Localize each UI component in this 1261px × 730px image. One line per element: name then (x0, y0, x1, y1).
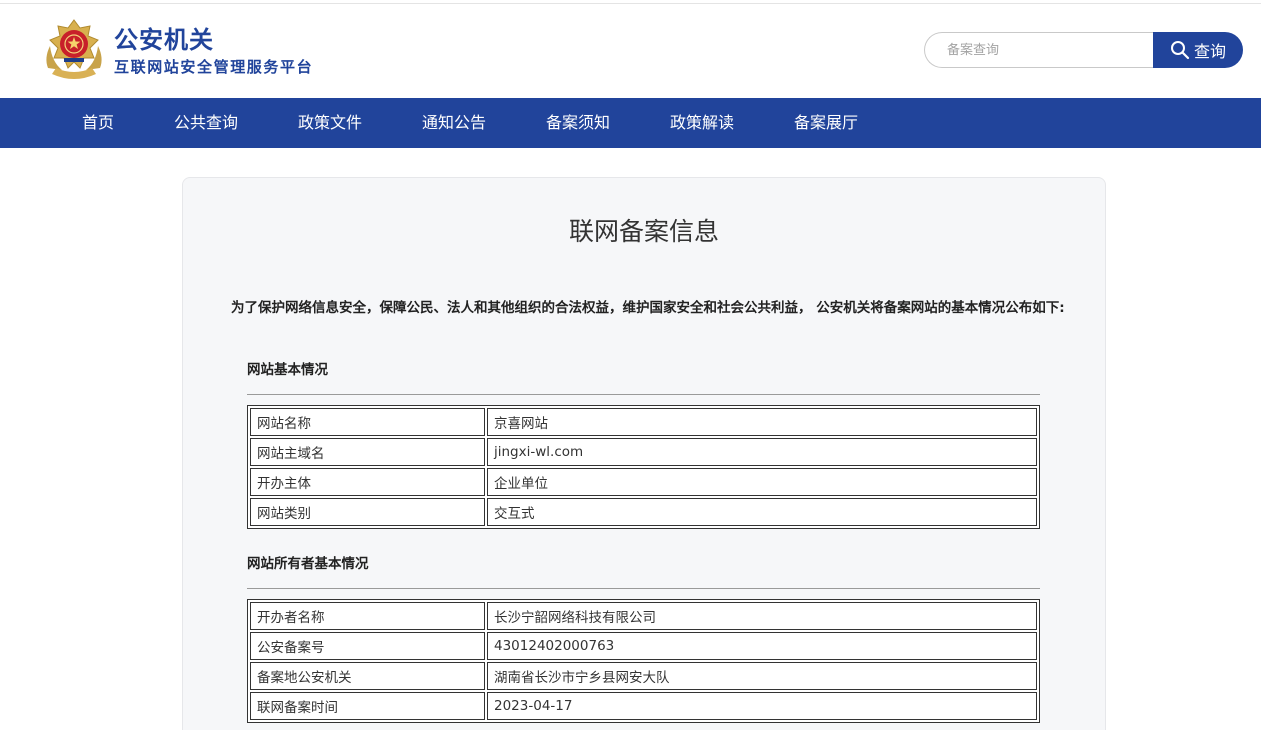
record-info-card: 联网备案信息 为了保护网络信息安全，保障公民、法人和其他组织的合法权益，维护国家… (182, 177, 1106, 730)
table-row: 备案地公安机关 湖南省长沙市宁乡县网安大队 (250, 662, 1037, 690)
section-heading-website-basic: 网站基本情况 (247, 362, 328, 378)
table-row: 网站类别 交互式 (250, 498, 1037, 526)
section-heading-owner-basic: 网站所有者基本情况 (247, 556, 369, 572)
intro-text: 为了保护网络信息安全，保障公民、法人和其他组织的合法权益，维护国家安全和社会公共… (231, 300, 1065, 316)
table-row: 开办者名称 长沙宁韶网络科技有限公司 (250, 602, 1037, 630)
row-value: 京喜网站 (487, 408, 1037, 436)
nav-item-public-query[interactable]: 公共查询 (174, 98, 238, 148)
search-button[interactable]: 查询 (1153, 32, 1243, 68)
nav-item-filing-hall[interactable]: 备案展厅 (794, 98, 858, 148)
nav-item-policy-interpretation[interactable]: 政策解读 (670, 98, 734, 148)
row-value: 长沙宁韶网络科技有限公司 (487, 602, 1037, 630)
row-key: 备案地公安机关 (250, 662, 485, 690)
site-header: 公安机关 互联网站安全管理服务平台 查询 (0, 4, 1261, 98)
row-key: 联网备案时间 (250, 692, 485, 720)
row-key: 公安备案号 (250, 632, 485, 660)
search-bar: 查询 (924, 32, 1243, 68)
search-input[interactable] (924, 32, 1156, 68)
row-value: 湖南省长沙市宁乡县网安大队 (487, 662, 1037, 690)
row-value: 2023-04-17 (487, 692, 1037, 720)
table-row: 联网备案时间 2023-04-17 (250, 692, 1037, 720)
table-row: 网站名称 京喜网站 (250, 408, 1037, 436)
section-divider (247, 394, 1040, 395)
row-value: 43012402000763 (487, 632, 1037, 660)
nav-item-home[interactable]: 首页 (82, 98, 114, 148)
nav-item-policy-documents[interactable]: 政策文件 (298, 98, 362, 148)
row-value: 企业单位 (487, 468, 1037, 496)
site-title: 公安机关 (114, 26, 214, 54)
row-key: 网站类别 (250, 498, 485, 526)
row-key: 网站主域名 (250, 438, 485, 466)
row-key: 网站名称 (250, 408, 485, 436)
row-value: jingxi-wl.com (487, 438, 1037, 466)
row-key: 开办者名称 (250, 602, 485, 630)
table-row: 开办主体 企业单位 (250, 468, 1037, 496)
police-emblem-icon (46, 19, 102, 79)
search-button-label: 查询 (1193, 42, 1226, 61)
main-nav: 首页 公共查询 政策文件 通知公告 备案须知 政策解读 备案展厅 (0, 98, 1261, 148)
row-key: 开办主体 (250, 468, 485, 496)
nav-item-notices[interactable]: 通知公告 (422, 98, 486, 148)
page-title: 联网备案信息 (568, 217, 719, 246)
table-row: 公安备案号 43012402000763 (250, 632, 1037, 660)
owner-basic-table: 开办者名称 长沙宁韶网络科技有限公司 公安备案号 43012402000763 … (247, 599, 1040, 723)
website-basic-table: 网站名称 京喜网站 网站主域名 jingxi-wl.com 开办主体 企业单位 … (247, 405, 1040, 529)
search-icon (1170, 41, 1190, 60)
table-row: 网站主域名 jingxi-wl.com (250, 438, 1037, 466)
section-divider (247, 588, 1040, 589)
row-value: 交互式 (487, 498, 1037, 526)
nav-item-filing-guide[interactable]: 备案须知 (546, 98, 610, 148)
site-subtitle: 互联网站安全管理服务平台 (114, 58, 314, 76)
